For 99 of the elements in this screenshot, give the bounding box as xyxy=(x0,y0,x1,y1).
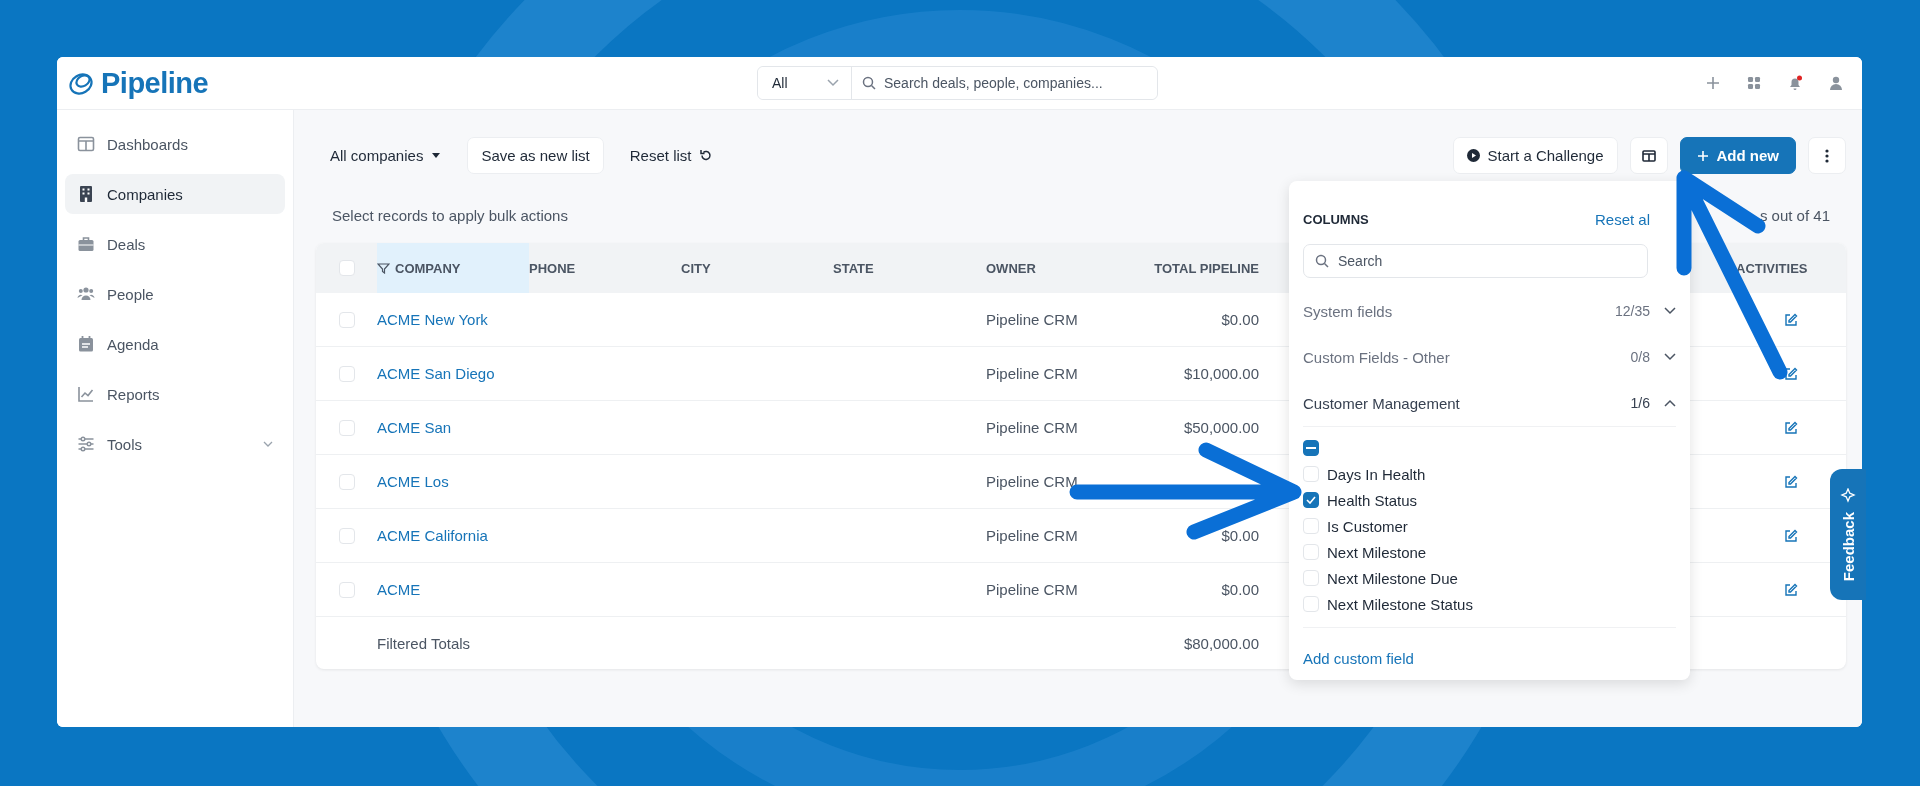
apps-grid-icon[interactable] xyxy=(1746,75,1762,91)
columns-icon xyxy=(1641,149,1656,162)
column-header[interactable]: PHONE xyxy=(529,260,576,276)
column-header[interactable]: TOTAL PIPELINE xyxy=(1154,260,1259,276)
sidebar-item[interactable]: Deals xyxy=(65,224,285,264)
building-icon xyxy=(77,185,95,203)
play-circle-icon xyxy=(1466,149,1480,162)
company-link[interactable]: ACME Los xyxy=(377,473,449,490)
filter-icon xyxy=(377,262,390,274)
sliders-icon xyxy=(77,435,95,453)
undo-icon xyxy=(699,149,713,162)
edit-icon xyxy=(1784,312,1798,327)
bell-icon[interactable] xyxy=(1787,75,1803,91)
sidebar-item[interactable]: Agenda xyxy=(65,324,285,364)
kebab-icon xyxy=(1825,148,1829,163)
sidebar-item[interactable]: Reports xyxy=(65,374,285,414)
pipeline-amount: $10,000.00 xyxy=(1183,365,1259,382)
pipeline-amount: $0.00 xyxy=(1221,527,1259,544)
edit-icon xyxy=(1784,420,1798,435)
pipeline-amount: $50,000.00 xyxy=(1183,419,1259,436)
edit-icon xyxy=(1784,366,1798,381)
people-icon xyxy=(77,285,95,303)
row-checkbox[interactable] xyxy=(338,527,355,544)
owner-cell: Pipeline CRM xyxy=(986,473,1078,490)
menu-title: COLUMNS xyxy=(1303,211,1369,227)
calendar-icon xyxy=(77,335,95,353)
logo-wordmark: Pipeline xyxy=(101,66,209,100)
column-header[interactable]: ACTIVITIES xyxy=(1736,260,1808,276)
field-label[interactable]: Next Milestone xyxy=(1327,543,1427,561)
field-label[interactable]: Next Milestone Due xyxy=(1327,569,1458,587)
feedback-tab[interactable]: Feedback xyxy=(1830,469,1866,600)
chevron-up-icon xyxy=(1664,399,1676,407)
field-checkbox[interactable] xyxy=(1303,492,1319,508)
row-checkbox[interactable] xyxy=(338,419,355,436)
chevron-down-icon xyxy=(827,79,839,87)
edit-icon xyxy=(1784,528,1798,543)
save-list-button[interactable]: Save as new list xyxy=(467,137,604,174)
record-count: s out of 41 xyxy=(1759,207,1830,224)
company-link[interactable]: ACME xyxy=(377,581,421,598)
add-new-button[interactable]: Add new xyxy=(1679,137,1796,174)
column-header[interactable]: COMPANY xyxy=(377,260,461,276)
company-link[interactable]: ACME California xyxy=(377,527,488,544)
owner-cell: Pipeline CRM xyxy=(986,311,1078,328)
list-selector[interactable]: All companies xyxy=(316,147,456,164)
caret-down-icon xyxy=(431,152,442,159)
sidebar-item[interactable]: People xyxy=(65,274,285,314)
sidebar-item[interactable]: Dashboards xyxy=(65,124,285,164)
column-search-field[interactable]: Search xyxy=(1303,244,1648,278)
user-icon[interactable] xyxy=(1828,75,1844,91)
search-icon xyxy=(1315,254,1329,268)
row-checkbox[interactable] xyxy=(338,473,355,490)
column-header[interactable]: OWNER xyxy=(986,260,1036,276)
row-checkbox[interactable] xyxy=(338,311,355,328)
start-challenge-button[interactable]: Start a Challenge xyxy=(1452,137,1618,174)
edit-icon xyxy=(1784,474,1798,489)
briefcase-icon xyxy=(77,235,95,253)
totals-amount: $80,000.00 xyxy=(1183,634,1259,652)
edit-icon xyxy=(1784,582,1798,597)
owner-cell: Pipeline CRM xyxy=(986,581,1078,598)
more-options-button[interactable] xyxy=(1808,137,1846,174)
owner-cell: Pipeline CRM xyxy=(986,419,1078,436)
line-chart-icon xyxy=(77,385,95,403)
add-icon[interactable] xyxy=(1705,75,1721,91)
bulk-actions-hint: Select records to apply bulk actions xyxy=(332,207,568,224)
field-label[interactable]: Next Milestone Status xyxy=(1327,595,1473,613)
chevron-down-icon xyxy=(1664,353,1676,361)
layout-icon xyxy=(77,135,95,153)
columns-toggle-button[interactable] xyxy=(1629,137,1668,174)
select-all-checkbox[interactable] xyxy=(1303,440,1319,456)
column-group-header[interactable]: Customer Management 1/6 xyxy=(1303,380,1676,426)
field-label[interactable]: Days In Health xyxy=(1327,465,1426,483)
column-header[interactable]: CITY xyxy=(681,260,711,276)
pipeline-amount: $0.00 xyxy=(1221,311,1259,328)
column-group-header[interactable]: System fields 12/35 xyxy=(1303,288,1676,334)
reset-all-link[interactable]: Reset al xyxy=(1594,210,1650,228)
column-header[interactable]: STATE xyxy=(833,260,874,276)
row-checkbox[interactable] xyxy=(338,365,355,382)
company-link[interactable]: ACME San Diego xyxy=(377,365,495,382)
sparkle-icon xyxy=(1840,487,1856,504)
owner-cell: Pipeline CRM xyxy=(986,365,1078,382)
plus-icon xyxy=(1696,149,1709,162)
row-checkbox[interactable] xyxy=(338,581,355,598)
company-link[interactable]: ACME New York xyxy=(377,311,488,328)
chevron-down-icon xyxy=(1664,307,1676,315)
minus-icon xyxy=(1306,447,1316,449)
field-label[interactable]: Is Customer xyxy=(1327,517,1408,535)
search-bar[interactable]: All Search deals, people, companies... xyxy=(757,66,1158,100)
totals-label: Filtered Totals xyxy=(377,634,471,652)
search-icon xyxy=(862,76,876,90)
owner-cell: Pipeline CRM xyxy=(986,527,1078,544)
check-icon xyxy=(1306,496,1316,504)
field-label[interactable]: Health Status xyxy=(1327,491,1418,509)
pipeline-amount: $0.00 xyxy=(1221,581,1259,598)
sidebar-item[interactable]: Tools xyxy=(65,424,285,464)
reset-list-button[interactable]: Reset list xyxy=(615,147,727,164)
company-link[interactable]: ACME San xyxy=(377,419,452,436)
add-custom-field-link[interactable]: Add custom field xyxy=(1303,649,1414,667)
sidebar-item[interactable]: Companies xyxy=(65,174,285,214)
column-group-header[interactable]: Custom Fields - Other 0/8 xyxy=(1303,334,1676,380)
